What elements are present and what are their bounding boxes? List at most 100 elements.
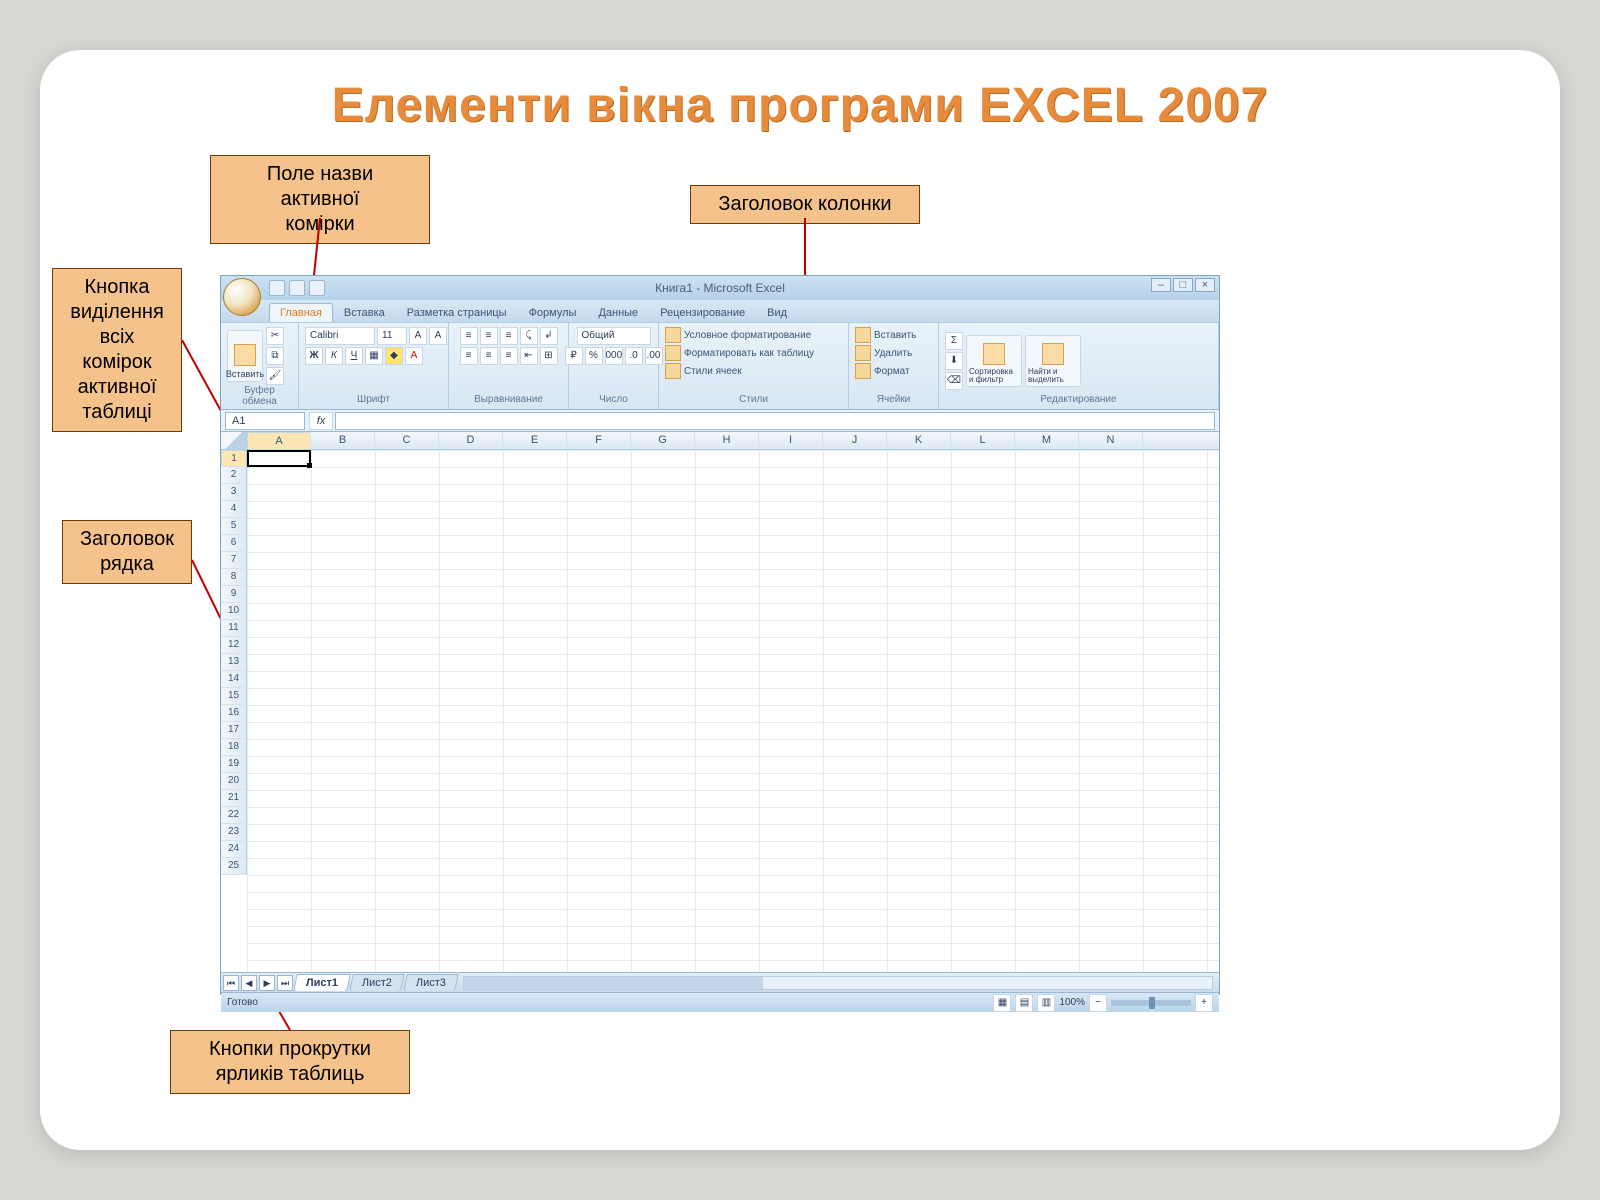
column-header[interactable]: J (823, 432, 887, 449)
view-normal-icon[interactable]: ▦ (993, 994, 1011, 1012)
column-header[interactable]: K (887, 432, 951, 449)
row-header[interactable]: 23 (221, 824, 247, 841)
row-header[interactable]: 7 (221, 552, 247, 569)
column-header[interactable]: C (375, 432, 439, 449)
view-pagebreak-icon[interactable]: ▥ (1037, 994, 1055, 1012)
align-bottom-icon[interactable]: ≡ (500, 327, 518, 345)
row-header[interactable]: 22 (221, 807, 247, 824)
paste-button[interactable]: Вставить (227, 330, 263, 382)
align-middle-icon[interactable]: ≡ (480, 327, 498, 345)
row-header[interactable]: 10 (221, 603, 247, 620)
font-size-select[interactable]: 11 (377, 327, 407, 345)
insert-cells-button[interactable]: Вставить (855, 327, 916, 343)
sheet-nav-first[interactable]: ⏮ (223, 975, 239, 991)
inc-decimal-icon[interactable]: .0 (625, 347, 643, 365)
format-as-table-button[interactable]: Форматировать как таблицу (665, 345, 814, 361)
minimize-button[interactable]: – (1151, 278, 1171, 292)
zoom-slider[interactable] (1111, 1000, 1191, 1006)
tab-insert[interactable]: Вставка (333, 303, 396, 322)
column-header[interactable]: M (1015, 432, 1079, 449)
row-header[interactable]: 15 (221, 688, 247, 705)
shrink-font-icon[interactable]: A (429, 327, 447, 345)
copy-icon[interactable]: ⧉ (266, 347, 284, 365)
conditional-formatting-button[interactable]: Условное форматирование (665, 327, 811, 343)
underline-button[interactable]: Ч (345, 347, 363, 365)
row-header[interactable]: 16 (221, 705, 247, 722)
tab-review[interactable]: Рецензирование (649, 303, 756, 322)
sheet-nav-last[interactable]: ⏭ (277, 975, 293, 991)
format-cells-button[interactable]: Формат (855, 363, 910, 379)
row-header[interactable]: 6 (221, 535, 247, 552)
select-all-button[interactable] (221, 432, 247, 449)
active-cell[interactable] (247, 450, 311, 467)
orientation-icon[interactable]: ⤹ (520, 327, 538, 345)
bold-button[interactable]: Ж (305, 347, 323, 365)
align-right-icon[interactable]: ≡ (500, 347, 518, 365)
sort-filter-button[interactable]: Сортировка и фильтр (966, 335, 1022, 387)
column-header[interactable]: H (695, 432, 759, 449)
grow-font-icon[interactable]: A (409, 327, 427, 345)
font-name-select[interactable]: Calibri (305, 327, 375, 345)
row-header[interactable]: 11 (221, 620, 247, 637)
row-header[interactable]: 1 (221, 450, 247, 467)
column-header[interactable]: L (951, 432, 1015, 449)
row-header[interactable]: 12 (221, 637, 247, 654)
sheet-tab-active[interactable]: Лист1 (293, 974, 351, 991)
column-header[interactable]: D (439, 432, 503, 449)
view-layout-icon[interactable]: ▤ (1015, 994, 1033, 1012)
number-format-select[interactable]: Общий (577, 327, 651, 345)
autosum-icon[interactable]: Σ (945, 332, 963, 350)
border-icon[interactable]: ▦ (365, 347, 383, 365)
tab-data[interactable]: Данные (587, 303, 649, 322)
column-header[interactable]: I (759, 432, 823, 449)
column-header[interactable]: N (1079, 432, 1143, 449)
tab-home[interactable]: Главная (269, 303, 333, 322)
cell-grid[interactable] (247, 450, 1219, 972)
tab-pagelayout[interactable]: Разметка страницы (396, 303, 518, 322)
column-header[interactable]: E (503, 432, 567, 449)
row-header[interactable]: 25 (221, 858, 247, 875)
tab-view[interactable]: Вид (756, 303, 798, 322)
sheet-nav-prev[interactable]: ◀ (241, 975, 257, 991)
office-button[interactable] (223, 278, 261, 316)
row-header[interactable]: 14 (221, 671, 247, 688)
column-header[interactable]: B (311, 432, 375, 449)
row-header[interactable]: 18 (221, 739, 247, 756)
cell-styles-button[interactable]: Стили ячеек (665, 363, 742, 379)
row-header[interactable]: 8 (221, 569, 247, 586)
cut-icon[interactable]: ✂ (266, 327, 284, 345)
currency-icon[interactable]: ₽ (565, 347, 583, 365)
find-select-button[interactable]: Найти и выделить (1025, 335, 1081, 387)
align-center-icon[interactable]: ≡ (480, 347, 498, 365)
clear-icon[interactable]: ⌫ (945, 372, 963, 390)
indent-dec-icon[interactable]: ⇤ (520, 347, 538, 365)
row-header[interactable]: 9 (221, 586, 247, 603)
row-header[interactable]: 3 (221, 484, 247, 501)
align-top-icon[interactable]: ≡ (460, 327, 478, 345)
fx-button[interactable]: fx (309, 412, 333, 430)
name-box[interactable]: A1 (225, 412, 305, 430)
row-header[interactable]: 13 (221, 654, 247, 671)
percent-icon[interactable]: % (585, 347, 603, 365)
column-header[interactable]: F (567, 432, 631, 449)
fill-icon[interactable]: ⬇ (945, 352, 963, 370)
row-header[interactable]: 2 (221, 467, 247, 484)
horizontal-scrollbar[interactable] (463, 976, 1213, 990)
column-header[interactable]: A (247, 432, 311, 450)
zoom-out-button[interactable]: − (1089, 994, 1107, 1012)
sheet-nav-next[interactable]: ▶ (259, 975, 275, 991)
sheet-tab[interactable]: Лист3 (403, 974, 459, 991)
row-header[interactable]: 24 (221, 841, 247, 858)
close-button[interactable]: × (1195, 278, 1215, 292)
merge-icon[interactable]: ⊞ (540, 347, 558, 365)
row-header[interactable]: 17 (221, 722, 247, 739)
row-header[interactable]: 19 (221, 756, 247, 773)
sheet-tab[interactable]: Лист2 (349, 974, 405, 991)
maximize-button[interactable]: □ (1173, 278, 1193, 292)
formatpainter-icon[interactable]: 🖌 (266, 367, 284, 385)
align-left-icon[interactable]: ≡ (460, 347, 478, 365)
row-header[interactable]: 4 (221, 501, 247, 518)
row-header[interactable]: 20 (221, 773, 247, 790)
zoom-in-button[interactable]: + (1195, 994, 1213, 1012)
font-color-icon[interactable]: A (405, 347, 423, 365)
